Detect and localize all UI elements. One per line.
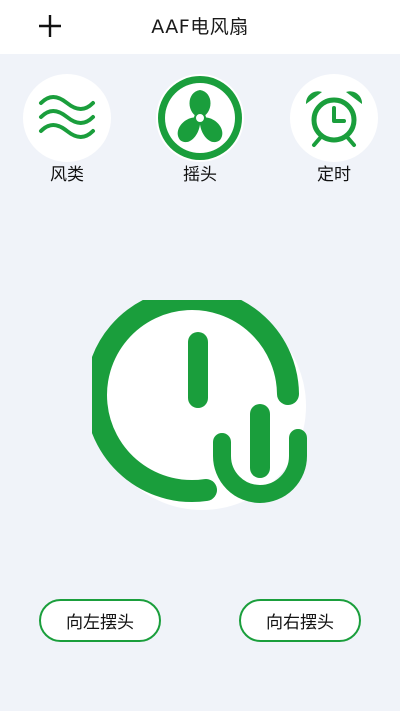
power-button[interactable]: [85, 288, 312, 512]
power-icon: [85, 288, 307, 510]
mode-wind-type-label: 风类: [50, 165, 84, 185]
mode-timer[interactable]: 定时: [290, 74, 378, 186]
mode-timer-circle[interactable]: [290, 74, 378, 162]
alarm-clock-icon: [305, 91, 363, 147]
mode-swing[interactable]: 摇头: [156, 74, 244, 186]
swing-right-button[interactable]: 向右摆头: [239, 599, 361, 642]
mode-swing-label: 摇头: [183, 165, 217, 185]
mode-swing-circle[interactable]: [156, 74, 244, 162]
mode-wind-type-circle[interactable]: [23, 74, 111, 162]
swing-left-button[interactable]: 向左摆头: [39, 599, 161, 642]
top-bar: AAF电风扇: [0, 0, 400, 54]
mode-wind-type[interactable]: 风类: [23, 74, 111, 186]
fan-icon: [158, 76, 242, 160]
wind-icon: [39, 95, 95, 139]
page-title: AAF电风扇: [151, 16, 249, 38]
fan-control-screen: AAF电风扇 风类 摇头 定时 向左摆头 向右摆头: [0, 0, 400, 711]
mode-timer-label: 定时: [317, 165, 351, 185]
